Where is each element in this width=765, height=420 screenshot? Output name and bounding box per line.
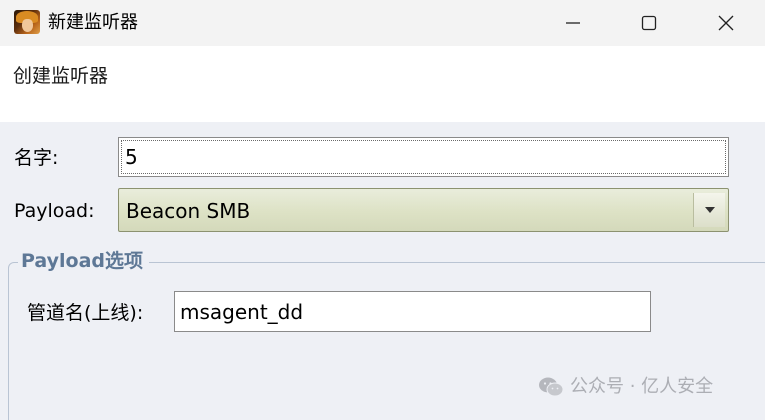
maximize-icon — [641, 15, 657, 31]
header-banner: 创建监听器 — [0, 46, 765, 122]
maximize-button[interactable] — [620, 0, 678, 46]
name-field[interactable] — [118, 137, 729, 177]
pipe-name-label: 管道名(上线): — [27, 302, 144, 324]
dialog-heading: 创建监听器 — [13, 65, 109, 87]
wechat-icon — [539, 377, 564, 397]
pipe-name-input[interactable] — [180, 299, 650, 324]
minimize-button[interactable] — [544, 0, 602, 46]
payload-selected-value: Beacon SMB — [126, 199, 251, 223]
watermark-text: 公众号 · 亿人安全 — [570, 376, 714, 397]
window-title: 新建监听器 — [48, 12, 138, 33]
pipe-name-field[interactable] — [174, 291, 651, 332]
watermark: 公众号 · 亿人安全 — [538, 374, 713, 400]
payload-select[interactable]: Beacon SMB — [118, 188, 729, 232]
chevron-down-icon — [704, 207, 715, 213]
close-icon — [718, 15, 734, 31]
close-button[interactable] — [697, 0, 755, 46]
minimize-icon — [566, 22, 580, 24]
title-bar[interactable]: 新建监听器 — [0, 0, 765, 46]
app-character-icon — [14, 10, 40, 34]
payload-options-title: Payload选项 — [18, 247, 150, 275]
name-input[interactable] — [125, 145, 725, 169]
dropdown-arrow-button[interactable] — [693, 193, 725, 227]
payload-label: Payload: — [14, 200, 95, 222]
name-label: 名字: — [14, 147, 59, 169]
